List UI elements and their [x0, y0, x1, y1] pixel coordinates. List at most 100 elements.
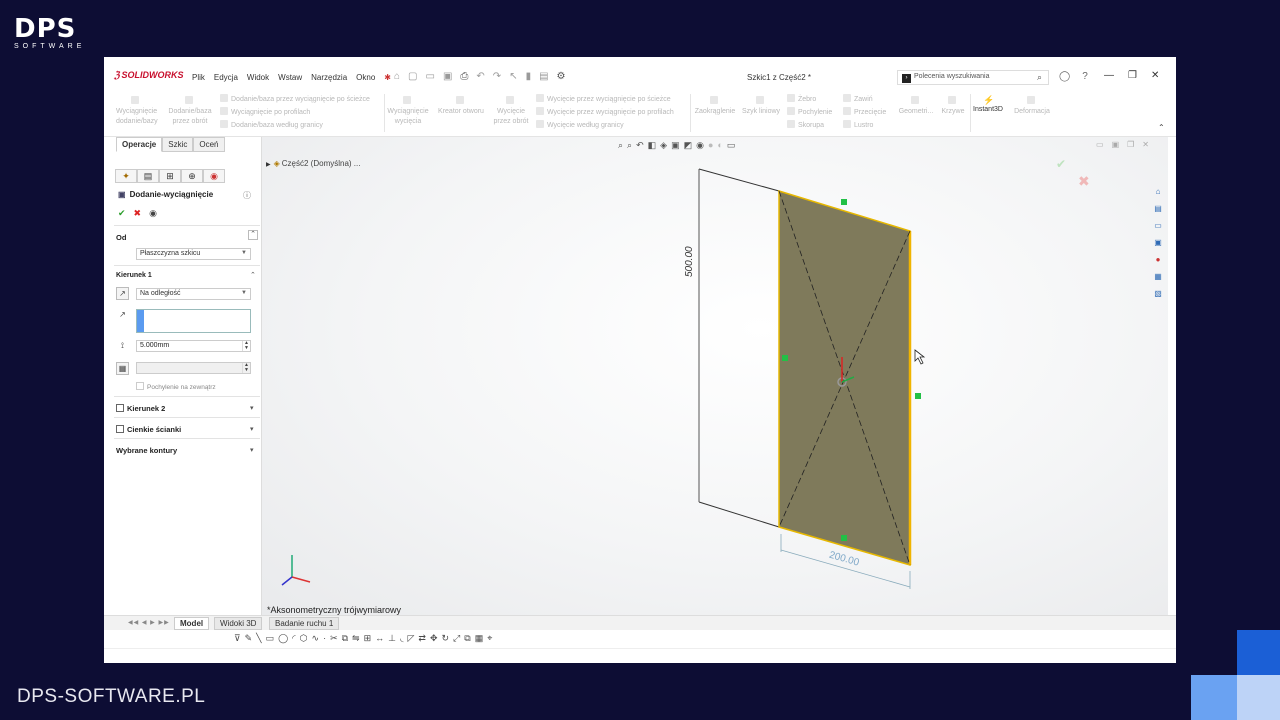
configuration-manager-icon[interactable]: ⊞: [159, 169, 181, 183]
chevron-down-icon[interactable]: ▾: [250, 425, 254, 433]
redo-icon[interactable]: ↷: [493, 71, 501, 82]
menu-file[interactable]: Plik: [192, 73, 205, 82]
line-icon[interactable]: ╲: [256, 633, 261, 644]
snap-icon[interactable]: ⌖: [487, 633, 492, 644]
from-select[interactable]: Płaszczyzna szkicu ▼: [136, 248, 251, 260]
graphics-area[interactable]: ▶ ◈ Część2 (Domyślna) ... ⌕ ⌕ ↶ ◧ ◈ ▣ ◩ ◉ …: [262, 137, 1168, 615]
tab-evaluate[interactable]: Oceń: [193, 137, 225, 152]
direction2-section[interactable]: Kierunek 2: [116, 404, 165, 413]
relation-icon[interactable]: ⊥: [388, 633, 396, 644]
mirror-button[interactable]: Lustro: [843, 120, 873, 131]
move-icon[interactable]: ✥: [430, 633, 438, 644]
intersect-button[interactable]: Przecięcie: [843, 107, 886, 118]
ok-check-icon[interactable]: ✔: [118, 208, 126, 219]
search-icon[interactable]: ⌕: [1037, 72, 1042, 83]
tab-model[interactable]: Model: [174, 617, 210, 630]
minimize-button[interactable]: —: [1104, 70, 1114, 81]
file-props-icon[interactable]: ▤: [539, 71, 548, 82]
extrude-cut-button[interactable]: Wyciągnięcie wycięcia: [386, 96, 430, 127]
point-icon[interactable]: ·: [323, 633, 326, 644]
draft-button[interactable]: Pochylenie: [787, 107, 832, 118]
draft-angle-input[interactable]: ▲ ▼: [136, 362, 251, 374]
depth-input[interactable]: 5.000mm ▲ ▼: [136, 340, 251, 352]
user-account-icon[interactable]: ◯: [1059, 71, 1070, 82]
collapse-icon[interactable]: ⌃: [248, 230, 258, 240]
pattern-icon[interactable]: ⊞: [364, 633, 372, 644]
spin-arrows-icon[interactable]: ▲ ▼: [242, 341, 250, 351]
chamfer-icon[interactable]: ◸: [407, 633, 414, 644]
collapse-ribbon-icon[interactable]: ⌃: [1158, 123, 1165, 133]
menu-edit[interactable]: Edycja: [214, 73, 238, 82]
home-icon[interactable]: ⌂: [394, 71, 400, 82]
spline-icon[interactable]: ∿: [312, 633, 320, 644]
tab-3d-views[interactable]: Widoki 3D: [214, 617, 263, 630]
tab-scroll-arrows-icon[interactable]: ◀◀ ◀ ▶ ▶▶: [128, 619, 170, 626]
appearances-icon[interactable]: ●: [1152, 253, 1164, 266]
rotate-icon[interactable]: ↻: [442, 633, 450, 644]
scale-icon[interactable]: ⤢: [453, 633, 460, 644]
extrude-boss-button[interactable]: Wyciągnięcie dodanie/bazy: [116, 96, 158, 127]
grid-icon[interactable]: ▦: [475, 633, 484, 644]
edit-sketch-icon[interactable]: ✎: [245, 633, 253, 644]
thin-feature-checkbox[interactable]: [116, 425, 124, 433]
loft-boss-button[interactable]: Wyciągnięcie po profilach: [220, 107, 310, 118]
offset-icon[interactable]: ⧉: [342, 633, 348, 644]
copy-icon[interactable]: ⧉: [464, 633, 470, 644]
draft-outward-checkbox[interactable]: [136, 382, 144, 390]
home-icon[interactable]: ⌂: [1152, 185, 1164, 198]
print-icon[interactable]: ⎙: [460, 71, 468, 82]
circle-icon[interactable]: ◯: [278, 633, 288, 644]
restore-button[interactable]: ❐: [1128, 70, 1137, 81]
direction-selection-box[interactable]: [136, 309, 251, 333]
chevron-down-icon[interactable]: ▾: [250, 446, 254, 454]
sweep-boss-button[interactable]: Dodanie/baza przez wyciągnięcie po ścież…: [220, 94, 370, 105]
direction2-checkbox[interactable]: [116, 404, 124, 412]
close-button[interactable]: ✕: [1151, 70, 1159, 81]
selected-contours-section[interactable]: Wybrane kontury: [116, 446, 177, 455]
feature-tree-icon[interactable]: ✦: [115, 169, 137, 183]
help-icon[interactable]: ?: [1082, 71, 1088, 82]
undo-icon[interactable]: ↶: [476, 71, 484, 82]
reference-geometry-button[interactable]: Geometri...: [898, 96, 934, 117]
boundary-boss-button[interactable]: Dodanie/baza według granicy: [220, 120, 323, 131]
options-gear-icon[interactable]: ⚙: [557, 71, 566, 82]
menu-tools[interactable]: Narzędzia: [311, 73, 347, 82]
shell-button[interactable]: Skorupa: [787, 120, 824, 131]
curves-button[interactable]: Krzywe: [938, 96, 968, 117]
new-doc-icon[interactable]: ▢: [408, 71, 417, 82]
filter-icon[interactable]: ⊽: [234, 633, 241, 644]
menu-insert[interactable]: Wstaw: [278, 73, 302, 82]
help-circle-icon[interactable]: ⓘ: [243, 190, 251, 201]
end-condition-select[interactable]: Na odległość ▼: [136, 288, 251, 300]
rectangle-icon[interactable]: ▭: [266, 633, 275, 644]
custom-properties-icon[interactable]: ▦: [1152, 270, 1164, 283]
tab-motion-study[interactable]: Badanie ruchu 1: [269, 617, 340, 630]
forum-icon[interactable]: ▧: [1152, 287, 1164, 300]
menu-window[interactable]: Okno: [356, 73, 375, 82]
arc-icon[interactable]: ◜: [292, 633, 296, 644]
file-explorer-icon[interactable]: ▭: [1152, 219, 1164, 232]
chevron-down-icon[interactable]: ▾: [250, 404, 254, 412]
property-manager-icon[interactable]: ▤: [137, 169, 159, 183]
trim-icon[interactable]: ✂: [330, 633, 338, 644]
fillet-sketch-icon[interactable]: ◟: [400, 633, 404, 644]
polygon-icon[interactable]: ⬡: [300, 633, 308, 644]
menu-view[interactable]: Widok: [247, 73, 269, 82]
command-search-input[interactable]: › Polecenia wyszukiwania ⌕: [897, 70, 1049, 85]
boundary-cut-button[interactable]: Wycięcie według granicy: [536, 120, 624, 131]
instant3d-button[interactable]: ⚡ Instant3D: [973, 96, 1003, 114]
dimension-icon[interactable]: ↔: [375, 633, 384, 644]
loft-cut-button[interactable]: Wycięcie przez wyciągnięcie po profilach: [536, 107, 674, 118]
convert-icon[interactable]: ⇄: [418, 633, 426, 644]
view-palette-icon[interactable]: ▣: [1152, 236, 1164, 249]
tab-sketch[interactable]: Szkic: [162, 137, 194, 152]
thin-feature-section[interactable]: Cienkie ścianki: [116, 425, 181, 434]
rebuild-icon[interactable]: ▮: [526, 71, 532, 82]
cancel-x-icon[interactable]: ✖: [134, 208, 142, 219]
revolve-cut-button[interactable]: Wycięcie przez obrót: [490, 96, 532, 127]
save-icon[interactable]: ▣: [443, 71, 452, 82]
spin-arrows-icon[interactable]: ▲ ▼: [242, 363, 250, 373]
reverse-direction-icon[interactable]: ↗: [116, 287, 129, 300]
linear-pattern-button[interactable]: Szyk liniowy: [740, 96, 782, 117]
design-library-icon[interactable]: ▤: [1152, 202, 1164, 215]
